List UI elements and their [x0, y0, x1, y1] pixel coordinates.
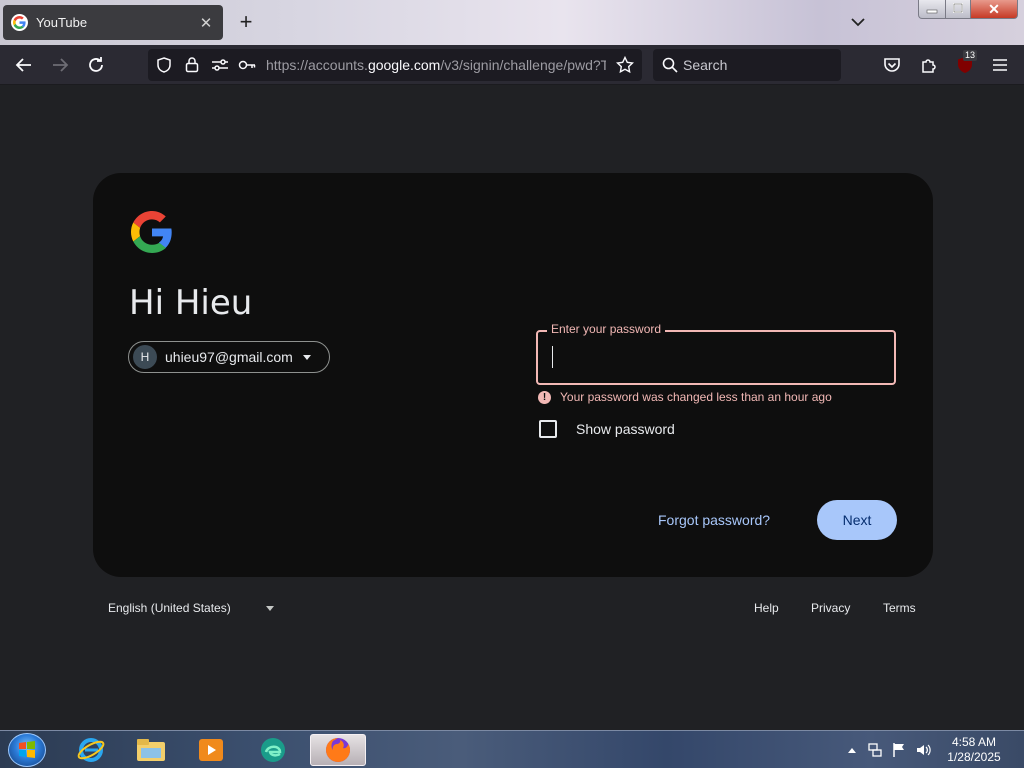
show-password-checkbox[interactable] [539, 420, 557, 438]
url-text[interactable]: https://accounts.google.com/v3/signin/ch… [266, 57, 606, 73]
url-host: google.com [367, 57, 441, 73]
reload-icon[interactable] [82, 51, 110, 79]
new-tab-button[interactable]: + [234, 9, 258, 35]
extension-badge-count: 13 [963, 50, 978, 61]
footer-terms-link[interactable]: Terms [883, 601, 916, 615]
restore-window-button[interactable] [945, 0, 971, 19]
lock-icon[interactable] [184, 56, 200, 78]
file-explorer-icon[interactable] [126, 734, 176, 766]
media-player-icon[interactable] [186, 734, 236, 766]
bookmark-star-icon[interactable] [615, 55, 635, 79]
tracking-protection-shield-icon[interactable] [156, 57, 172, 78]
show-hidden-icon[interactable] [844, 742, 860, 758]
navigation-toolbar: https://accounts.google.com/v3/signin/ch… [0, 45, 1024, 85]
clock-time: 4:58 AM [951, 735, 997, 749]
google-signin-page: Hi Hieu H uhieu97@gmail.com Enter your p… [0, 85, 1024, 730]
extensions-puzzle-icon[interactable] [915, 51, 943, 79]
minimize-window-button[interactable] [918, 0, 946, 19]
action-center-flag-icon[interactable] [891, 742, 907, 758]
text-cursor [552, 346, 553, 368]
search-icon [662, 57, 678, 78]
url-path: /v3/signin/challenge/pwd?T [440, 57, 606, 73]
chevron-down-icon [265, 605, 274, 611]
windows-taskbar: 4:58 AM 1/28/2025 [0, 730, 1024, 768]
internet-explorer-icon[interactable] [66, 734, 116, 766]
forgot-password-link[interactable]: Forgot password? [658, 512, 770, 528]
start-orb[interactable] [8, 733, 46, 767]
show-password-label: Show password [576, 421, 675, 437]
tab-close-icon[interactable]: ✕ [197, 14, 215, 32]
url-prefix: https://accounts. [266, 57, 368, 73]
edge-icon[interactable] [248, 734, 298, 766]
browser-tab-strip: YouTube ✕ + ✕ [0, 0, 1024, 45]
clock-date: 1/28/2025 [947, 750, 1001, 764]
system-clock[interactable]: 4:58 AM 1/28/2025 [938, 735, 1010, 765]
password-field[interactable]: Enter your password [536, 322, 896, 385]
address-bar[interactable]: https://accounts.google.com/v3/signin/ch… [148, 49, 642, 81]
chevron-down-icon [302, 354, 311, 360]
avatar: H [133, 345, 157, 369]
show-password-toggle[interactable]: Show password [539, 420, 675, 438]
volume-icon[interactable] [915, 742, 931, 758]
next-button[interactable]: Next [817, 500, 897, 540]
greeting-heading: Hi Hieu [129, 283, 253, 323]
footer-privacy-link[interactable]: Privacy [811, 601, 850, 615]
browser-tab-youtube[interactable]: YouTube ✕ [3, 5, 223, 40]
google-logo-icon [131, 211, 173, 253]
search-input[interactable]: Search [653, 49, 841, 81]
google-favicon-icon [11, 14, 28, 31]
search-placeholder: Search [683, 57, 728, 73]
permissions-icon[interactable] [211, 57, 229, 78]
network-icon[interactable] [867, 742, 883, 758]
tab-title: YouTube [36, 15, 88, 30]
account-chooser-chip[interactable]: H uhieu97@gmail.com [128, 341, 330, 373]
account-email: uhieu97@gmail.com [165, 349, 293, 365]
footer-help-link[interactable]: Help [754, 601, 779, 615]
forward-arrow-icon[interactable] [46, 51, 74, 79]
language-selector[interactable]: English (United States) [108, 601, 274, 615]
signin-card: Hi Hieu H uhieu97@gmail.com Enter your p… [93, 173, 933, 577]
back-arrow-icon[interactable] [10, 51, 38, 79]
language-label: English (United States) [108, 601, 231, 615]
chevron-down-icon[interactable] [847, 12, 869, 32]
pocket-icon[interactable] [878, 51, 906, 79]
key-icon[interactable] [238, 57, 256, 78]
firefox-icon[interactable] [310, 734, 366, 766]
close-window-button[interactable]: ✕ [970, 0, 1018, 19]
password-field-label: Enter your password [547, 322, 666, 336]
hamburger-menu-icon[interactable] [986, 51, 1014, 79]
password-error: ! Your password was changed less than an… [538, 390, 832, 404]
error-icon: ! [538, 390, 551, 404]
error-message: Your password was changed less than an h… [560, 390, 832, 404]
